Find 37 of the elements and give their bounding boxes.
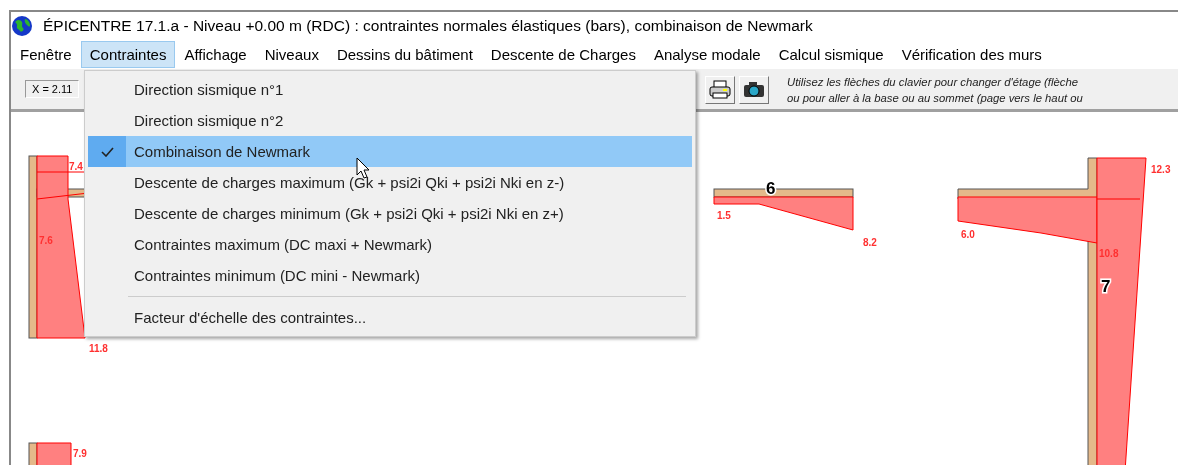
menu-item[interactable]: Dessins du bâtiment (327, 40, 482, 68)
dropdown-item[interactable]: Descente de charges maximum (Gk + psi2i Qki + psi2i Nki en z-) (88, 167, 692, 198)
stress-value: 6.0 (961, 229, 975, 240)
wall-number: 6 (766, 179, 776, 198)
stress-value: 11.8 (89, 343, 108, 354)
printer-icon[interactable] (705, 76, 735, 104)
menu-item[interactable]: Calcul sismique (769, 40, 893, 68)
window-title: ÉPICENTRE 17.1.a - Niveau +0.00 m (RDC) : contraintes normales élastiques (bars), combinaison de Newmark (43, 16, 813, 35)
menu-item[interactable]: Niveaux (255, 40, 328, 68)
menu-item[interactable]: Vérification des murs (892, 40, 1051, 68)
coordinate-field: X = 2.11 (25, 80, 80, 98)
menu-item[interactable]: Fenêtre (11, 40, 81, 68)
globe-icon (11, 14, 33, 37)
stress-value: 12.3 (1151, 164, 1171, 175)
hint-text: ou pour aller à la base ou au sommet (page vers le haut ou (787, 91, 1083, 106)
dropdown-item[interactable]: Descente de charges minimum (Gk + psi2i Qki + psi2i Nki en z+) (88, 198, 692, 229)
checkmark-icon (100, 146, 114, 157)
mouse-pointer-icon (356, 157, 370, 179)
menu-item[interactable]: Descente de Charges (481, 40, 645, 68)
stress-value: 7.9 (73, 448, 87, 459)
stress-value: 1.5 (717, 210, 731, 221)
dropdown-item[interactable]: Direction sismique n°2 (88, 105, 692, 136)
camera-icon[interactable] (739, 76, 769, 104)
dropdown-item[interactable]: Combinaison de Newmark (88, 136, 692, 167)
menu-item[interactable]: Analyse modale (644, 40, 770, 68)
menu-item[interactable]: Contraintes (80, 40, 176, 68)
stress-value: 8.2 (863, 237, 877, 248)
stress-value: 7.4 (69, 161, 83, 172)
stress-value: 10.8 (1099, 248, 1119, 259)
menu-item[interactable]: Affichage (175, 40, 256, 68)
dropdown-item[interactable]: Contraintes maximum (DC maxi + Newmark) (88, 229, 692, 260)
hint-text: Utilisez les flèches du clavier pour changer d'étage (flèche (787, 75, 1079, 90)
dropdown-item[interactable]: Contraintes minimum (DC mini - Newmark) (88, 260, 692, 291)
dropdown-item[interactable]: Direction sismique n°1 (88, 74, 692, 105)
dropdown-item[interactable]: Facteur d'échelle des contraintes... (88, 302, 692, 333)
stress-value: 7.6 (39, 235, 53, 246)
wall-number: 7 (1101, 277, 1111, 296)
